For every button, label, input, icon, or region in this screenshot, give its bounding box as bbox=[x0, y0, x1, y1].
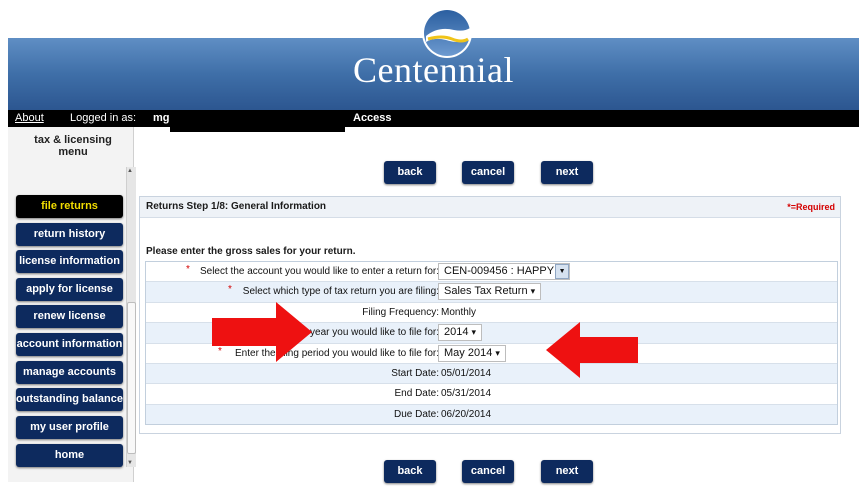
chevron-down-icon: ▾ bbox=[530, 286, 536, 297]
panel-header: Returns Step 1/8: General Information *=… bbox=[140, 197, 840, 218]
scroll-up-icon[interactable]: ▲ bbox=[127, 168, 133, 174]
due-date-value: 06/20/2014 bbox=[441, 408, 492, 420]
period-select[interactable]: May 2014 ▾ bbox=[438, 344, 506, 362]
nav-account-information[interactable]: account information bbox=[16, 333, 123, 356]
about-link[interactable]: About bbox=[15, 110, 44, 127]
tax-type-value: Sales Tax Return bbox=[444, 285, 528, 298]
type-row: * Select which type of tax return you ar… bbox=[146, 282, 837, 303]
end-date-label: End Date: bbox=[394, 388, 439, 400]
nav-apply-for-license[interactable]: apply for license bbox=[16, 278, 123, 301]
start-date-value: 05/01/2014 bbox=[441, 367, 492, 379]
info-bar: About Logged in as: mgodfr Access bbox=[8, 110, 859, 127]
redaction-bar bbox=[170, 110, 345, 132]
nav-outstanding-balances[interactable]: outstanding balances bbox=[16, 388, 123, 411]
start-date-label: Start Date: bbox=[391, 367, 439, 379]
frequency-value: Monthly bbox=[441, 306, 477, 318]
account-row: * Select the account you would like to e… bbox=[146, 262, 837, 283]
account-label: Select the account you would like to ent… bbox=[199, 266, 439, 277]
nav-my-user-profile[interactable]: my user profile bbox=[16, 416, 123, 439]
menu-title: tax & licensing menu bbox=[34, 134, 112, 158]
cancel-button-top[interactable]: cancel bbox=[462, 161, 514, 184]
sidebar: tax & licensing menu ▲ ▼ file returns re… bbox=[8, 127, 136, 482]
back-button-bottom[interactable]: back bbox=[384, 460, 436, 483]
red-arrow-left-icon bbox=[546, 322, 638, 378]
cancel-button-bottom[interactable]: cancel bbox=[462, 460, 514, 483]
nav-home[interactable]: home bbox=[16, 444, 123, 467]
nav-return-history[interactable]: return history bbox=[16, 223, 123, 246]
chevron-down-icon: ▾ bbox=[471, 327, 477, 338]
tax-type-select[interactable]: Sales Tax Return ▾ bbox=[438, 283, 542, 301]
year-label: the year you would like to file for: bbox=[293, 327, 439, 339]
sidebar-scroll-thumb[interactable] bbox=[127, 302, 136, 454]
required-star: * bbox=[186, 264, 190, 275]
required-star: * bbox=[228, 284, 232, 296]
step-title: Returns Step 1/8: General Information bbox=[146, 201, 327, 212]
nav-renew-license[interactable]: renew license bbox=[16, 305, 123, 328]
back-button-top[interactable]: back bbox=[384, 161, 436, 184]
logged-in-label: Logged in as: bbox=[70, 112, 137, 124]
due-date-label: Due Date: bbox=[393, 408, 439, 420]
nav-manage-accounts[interactable]: manage accounts bbox=[16, 361, 123, 384]
dropdown-arrow-icon[interactable]: ▼ bbox=[555, 264, 570, 279]
end-date-value: 05/31/2014 bbox=[441, 388, 492, 400]
brand-name: Centennial bbox=[353, 50, 514, 90]
next-button-bottom[interactable]: next bbox=[541, 460, 593, 483]
page: Centennial About Logged in as: mgodfr Ac… bbox=[0, 0, 867, 489]
year-select-value: 2014 bbox=[444, 326, 469, 339]
year-select[interactable]: 2014 ▾ bbox=[438, 324, 483, 342]
account-select[interactable]: CEN-009456 : HAPPY ▼ bbox=[438, 263, 571, 280]
start-date-row: Start Date: 05/01/2014 bbox=[146, 363, 837, 385]
red-arrow-right-icon bbox=[212, 302, 312, 362]
nav-file-returns[interactable]: file returns bbox=[16, 195, 123, 218]
frequency-label: Filing Frequency: bbox=[362, 306, 439, 318]
scroll-down-icon[interactable]: ▼ bbox=[127, 460, 133, 466]
access-label: Access bbox=[353, 112, 392, 124]
site-header: Centennial bbox=[8, 0, 859, 110]
due-date-row: Due Date: 06/20/2014 bbox=[146, 404, 837, 425]
end-date-row: End Date: 05/31/2014 bbox=[146, 384, 837, 405]
instruction-text: Please enter the gross sales for your re… bbox=[146, 246, 356, 257]
next-button-top[interactable]: next bbox=[541, 161, 593, 184]
period-select-value: May 2014 bbox=[444, 346, 493, 359]
required-note: *=Required bbox=[787, 202, 835, 212]
type-label: Select which type of tax return you are … bbox=[242, 286, 439, 298]
account-select-value: CEN-009456 : HAPPY bbox=[444, 265, 555, 277]
chevron-down-icon: ▾ bbox=[495, 347, 500, 358]
nav-license-information[interactable]: license information bbox=[16, 250, 123, 273]
